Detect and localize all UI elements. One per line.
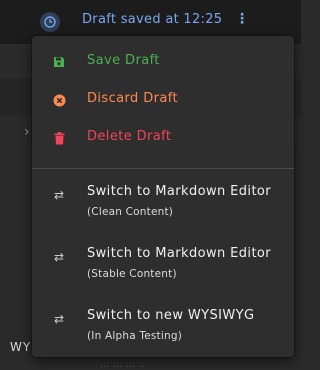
draft-options-menu: Save Draft Discard Draft Delete Draft ⇄ … — [32, 36, 294, 357]
switch-wysiwyg-item[interactable]: ⇄ Switch to new WYSIWYG (In Alpha Testin… — [32, 302, 294, 354]
menu-divider — [32, 168, 294, 169]
clock-icon[interactable] — [40, 12, 60, 32]
cancel-circle-icon — [52, 93, 66, 107]
switch-arrows-icon: ⇄ — [53, 250, 65, 264]
save-draft-item[interactable]: Save Draft — [32, 46, 294, 78]
delete-draft-label: Delete Draft — [87, 129, 172, 144]
background-footer-text: ... ... ... .. — [100, 359, 145, 370]
floppy-disk-icon — [52, 55, 66, 69]
switch-wysiwyg-label: Switch to new WYSIWYG — [87, 308, 255, 323]
switch-markdown-clean-sub: (Clean Content) — [87, 206, 174, 218]
switch-arrows-icon: ⇄ — [53, 188, 65, 202]
switch-wysiwyg-sub: (In Alpha Testing) — [87, 330, 182, 342]
discard-draft-item[interactable]: Discard Draft — [32, 84, 294, 116]
chevron-right-icon: › — [24, 124, 30, 140]
trash-icon — [52, 131, 66, 145]
delete-draft-item[interactable]: Delete Draft — [32, 122, 294, 154]
background-editor-text: WY — [10, 340, 32, 354]
switch-markdown-clean-label: Switch to Markdown Editor — [87, 184, 272, 199]
save-draft-label: Save Draft — [87, 53, 160, 68]
draft-status-text: Draft saved at 12:25 — [82, 12, 223, 27]
switch-markdown-clean-item[interactable]: ⇄ Switch to Markdown Editor (Clean Conte… — [32, 178, 294, 230]
switch-markdown-stable-label: Switch to Markdown Editor — [87, 246, 272, 261]
discard-draft-label: Discard Draft — [87, 91, 178, 106]
switch-markdown-stable-sub: (Stable Content) — [87, 268, 177, 280]
switch-markdown-stable-item[interactable]: ⇄ Switch to Markdown Editor (Stable Cont… — [32, 240, 294, 292]
more-options-icon[interactable]: ⋮ — [235, 11, 249, 27]
switch-arrows-icon: ⇄ — [53, 312, 65, 326]
